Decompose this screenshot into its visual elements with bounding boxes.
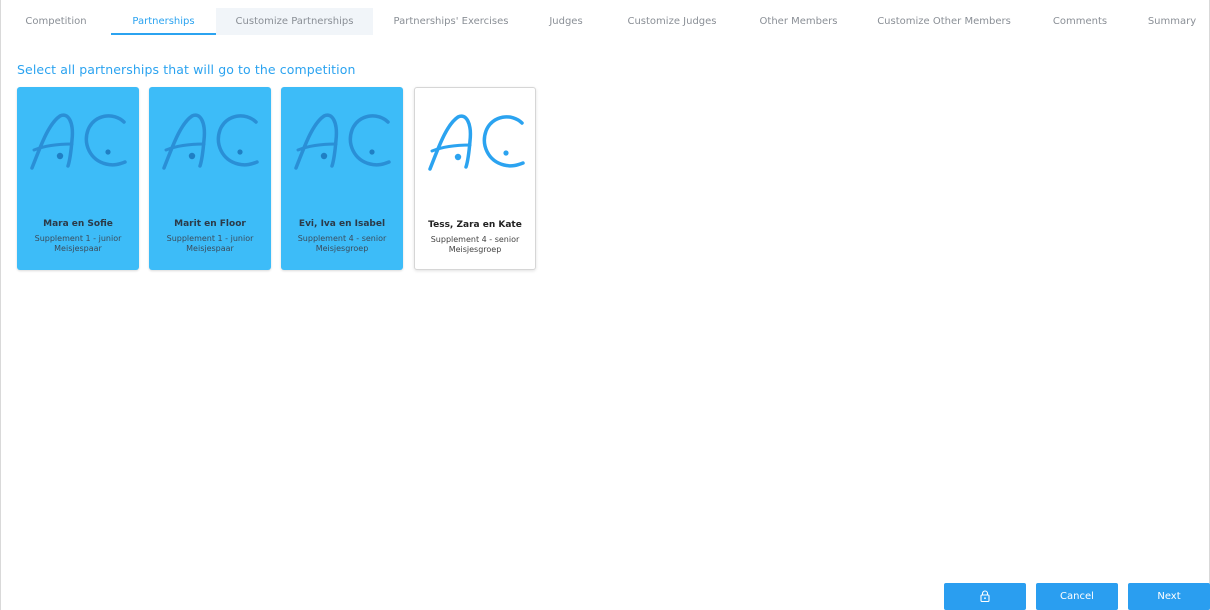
partnership-description: Supplement 4 - senior Meisjesgroep: [297, 234, 387, 253]
tab-comments[interactable]: Comments: [1041, 8, 1119, 35]
club-logo-icon: [30, 113, 127, 170]
partnership-name: Evi, Iva en Isabel: [298, 219, 386, 229]
tab-other-members[interactable]: Other Members: [746, 8, 851, 35]
tab-judges[interactable]: Judges: [536, 8, 596, 35]
tab-summary[interactable]: Summary: [1139, 8, 1205, 35]
tab-competition[interactable]: Competition: [11, 8, 101, 35]
next-button[interactable]: Next: [1128, 583, 1210, 610]
partnership-name: Tess, Zara en Kate: [428, 220, 522, 230]
partnership-card[interactable]: Mara en Sofie Supplement 1 - junior Meis…: [17, 87, 139, 270]
partnership-card[interactable]: Evi, Iva en Isabel Supplement 4 - senior…: [281, 87, 403, 270]
tab-customize-judges[interactable]: Customize Judges: [616, 8, 728, 35]
lock-button[interactable]: [944, 583, 1026, 610]
partnership-description: Supplement 1 - junior Meisjespaar: [166, 234, 254, 253]
club-logo-icon: [428, 114, 525, 171]
cancel-button[interactable]: Cancel: [1036, 583, 1118, 610]
partnership-name: Marit en Floor: [174, 219, 246, 229]
wizard-window: Competition Partnerships Customize Partn…: [0, 0, 1210, 610]
page-heading: Select all partnerships that will go to …: [17, 62, 356, 77]
partnership-card[interactable]: Marit en Floor Supplement 1 - junior Mei…: [149, 87, 271, 270]
partnership-description: Supplement 1 - junior Meisjespaar: [34, 234, 122, 253]
club-logo-icon: [162, 113, 259, 170]
club-logo-icon: [294, 113, 391, 170]
lock-icon: [980, 590, 990, 602]
partnership-name: Mara en Sofie: [43, 219, 113, 229]
tab-partnerships-exercises[interactable]: Partnerships' Exercises: [383, 8, 519, 35]
tab-customize-partnerships[interactable]: Customize Partnerships: [216, 8, 373, 35]
tab-partnerships[interactable]: Partnerships: [111, 8, 216, 35]
wizard-steps-tabbar: Competition Partnerships Customize Partn…: [1, 8, 1210, 35]
tab-customize-other-members[interactable]: Customize Other Members: [869, 8, 1019, 35]
partnership-card[interactable]: Tess, Zara en Kate Supplement 4 - senior…: [414, 87, 536, 270]
partnership-description: Supplement 4 - senior Meisjesgroep: [430, 235, 520, 254]
